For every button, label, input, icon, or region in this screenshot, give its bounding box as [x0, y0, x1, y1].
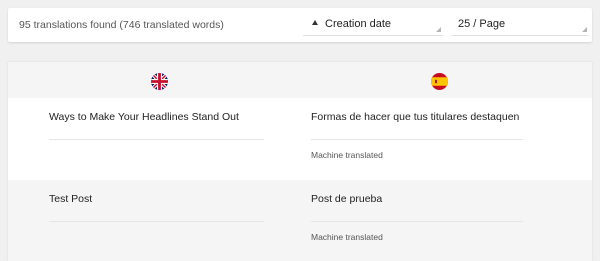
sort-ascending-icon	[312, 20, 318, 25]
dropdown-corner-icon	[582, 27, 587, 32]
dropdown-corner-icon	[436, 27, 441, 32]
source-title: Test Post	[49, 193, 93, 205]
translation-status: Machine translated	[311, 150, 383, 160]
translation-row[interactable]: Ways to Make Your Headlines Stand Out Fo…	[8, 98, 592, 180]
uk-flag-icon	[151, 73, 168, 90]
language-header	[8, 62, 592, 98]
per-page-select[interactable]: 25 / Page	[451, 14, 589, 36]
spain-flag-icon	[431, 73, 448, 90]
translation-row[interactable]: Test Post Post de prueba Machine transla…	[8, 180, 592, 261]
translated-title: Post de prueba	[311, 193, 383, 205]
translation-status: Machine translated	[311, 232, 383, 242]
divider	[311, 139, 523, 140]
translated-title: Formas de hacer que tus titulares destaq…	[311, 111, 520, 123]
sort-select[interactable]: Creation date	[303, 14, 443, 36]
toolbar: 95 translations found (746 translated wo…	[8, 8, 592, 42]
sort-select-label: Creation date	[325, 18, 392, 30]
divider	[49, 221, 264, 222]
translations-panel: Ways to Make Your Headlines Stand Out Fo…	[8, 62, 592, 261]
divider	[311, 221, 523, 222]
source-title: Ways to Make Your Headlines Stand Out	[49, 111, 239, 123]
per-page-select-label: 25 / Page	[458, 18, 506, 30]
divider	[49, 139, 264, 140]
translations-count: 95 translations found (746 translated wo…	[19, 19, 224, 31]
